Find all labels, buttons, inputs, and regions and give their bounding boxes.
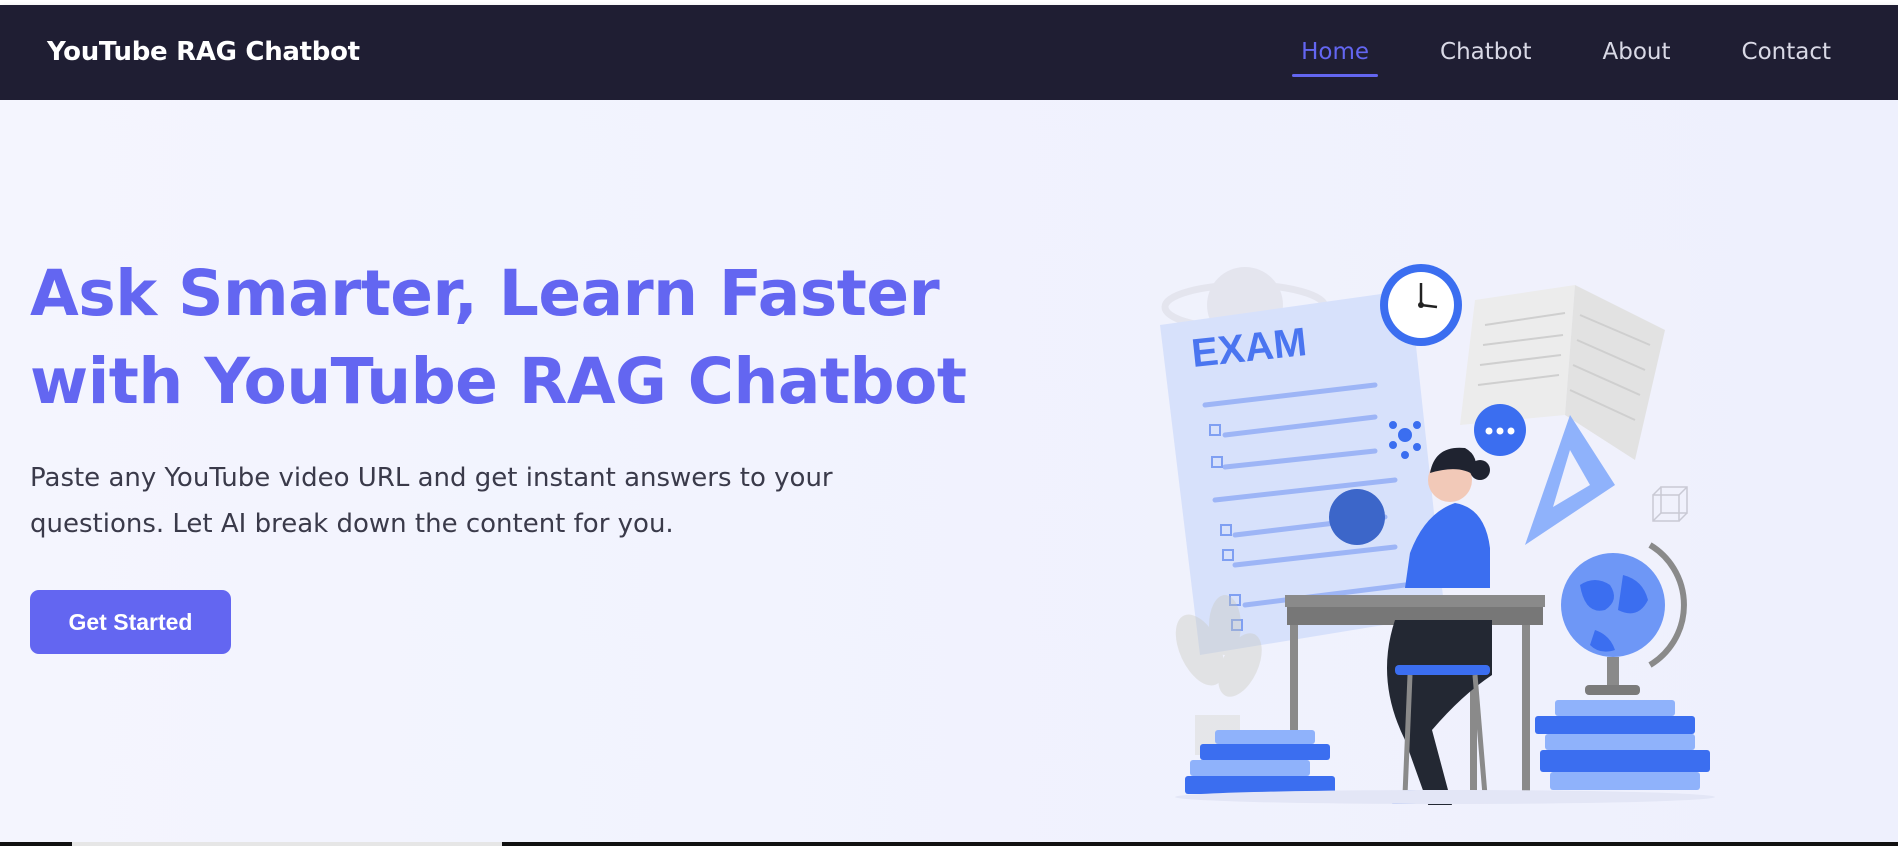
get-started-button[interactable]: Get Started — [30, 590, 231, 654]
hero-headline-line1: Ask Smarter, Learn Faster — [30, 257, 940, 330]
brand-title[interactable]: YouTube RAG Chatbot — [47, 37, 360, 67]
navbar: YouTube RAG Chatbot Home Chatbot About C… — [0, 5, 1898, 100]
nav-link-contact[interactable]: Contact — [1733, 39, 1840, 77]
nav-link-about[interactable]: About — [1594, 39, 1680, 77]
window-bottom-strip — [0, 842, 1898, 846]
hero-headline-line2: with YouTube RAG Chatbot — [30, 345, 967, 418]
nav-link-home[interactable]: Home — [1292, 39, 1378, 77]
exam-study-illustration: EXAM — [1150, 250, 1715, 805]
nav-link-chatbot[interactable]: Chatbot — [1431, 39, 1540, 77]
hero-subtext: Paste any YouTube video URL and get inst… — [30, 463, 833, 539]
water-globe — [1329, 489, 1385, 545]
nav-links: Home Chatbot About Contact — [1292, 39, 1840, 77]
chat-bubble-icon — [1474, 404, 1526, 456]
clock-icon — [1380, 264, 1462, 346]
hero-headline: Ask Smarter, Learn Faster with YouTube R… — [30, 250, 1010, 426]
